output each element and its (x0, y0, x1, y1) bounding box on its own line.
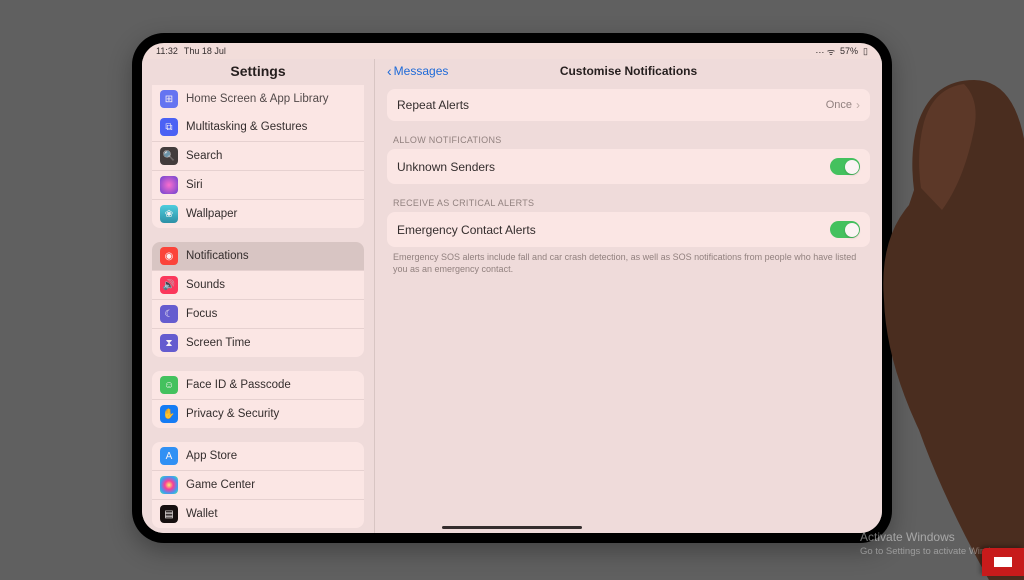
sidebar-item-label: Multitasking & Gestures (186, 121, 307, 133)
sidebar-item-label: Siri (186, 179, 203, 191)
wallpaper-icon: ❀ (160, 205, 178, 223)
emergency-contact-toggle[interactable] (830, 221, 860, 238)
status-bar: 11:32 Thu 18 Jul ⋯ ᯤ 57% ▯ (142, 43, 882, 59)
sidebar-scroll[interactable]: ⊞ Home Screen & App Library ⧉ Multitaski… (142, 85, 374, 533)
wifi-icon: ⋯ ᯤ (815, 45, 835, 58)
ipad-body: 11:32 Thu 18 Jul ⋯ ᯤ 57% ▯ Settings ⊞ Ho… (132, 33, 892, 543)
search-icon: 🔍 (160, 147, 178, 165)
repeat-alerts-label: Repeat Alerts (397, 98, 469, 112)
sidebar-item-multitasking[interactable]: ⧉ Multitasking & Gestures (152, 113, 364, 142)
sidebar-group-attention: ◉ Notifications 🔊 Sounds ☾ Focus ⧗ (152, 242, 364, 357)
sidebar-item-privacy[interactable]: ✋ Privacy & Security (152, 400, 364, 428)
status-date: Thu 18 Jul (184, 46, 226, 56)
sidebar-item-label: Screen Time (186, 337, 251, 349)
gamecenter-icon (160, 476, 178, 494)
unknown-senders-label: Unknown Senders (397, 160, 495, 174)
sidebar-item-label: Search (186, 150, 222, 162)
multitask-icon: ⧉ (160, 118, 178, 136)
siri-icon (160, 176, 178, 194)
sidebar-item-home-screen[interactable]: ⊞ Home Screen & App Library (152, 85, 364, 113)
detail-title: Customise Notifications (375, 64, 882, 78)
sidebar-item-label: Face ID & Passcode (186, 379, 291, 391)
detail-body[interactable]: Repeat Alerts Once › ALLOW NOTIFICATIONS… (375, 85, 882, 275)
sidebar-item-gamecenter[interactable]: Game Center (152, 471, 364, 500)
sidebar-item-label: Game Center (186, 479, 255, 491)
back-label: Messages (394, 64, 449, 78)
sidebar-title: Settings (142, 59, 374, 85)
battery-icon: ▯ (863, 46, 868, 57)
chevron-left-icon: ‹ (387, 63, 392, 79)
emergency-contact-row[interactable]: Emergency Contact Alerts (387, 212, 870, 247)
sidebar-item-wallpaper[interactable]: ❀ Wallpaper (152, 200, 364, 228)
sidebar-item-faceid[interactable]: ☺ Face ID & Passcode (152, 371, 364, 400)
emergency-footnote: Emergency SOS alerts include fall and ca… (387, 247, 870, 275)
sidebar-item-label: Wallpaper (186, 208, 237, 220)
bell-icon: ◉ (160, 247, 178, 265)
sidebar-item-wallet[interactable]: ▤ Wallet (152, 500, 364, 528)
sidebar-item-label: Sounds (186, 279, 225, 291)
sidebar-item-label: Privacy & Security (186, 408, 279, 420)
sidebar-item-notifications[interactable]: ◉ Notifications (152, 242, 364, 271)
emergency-contact-label: Emergency Contact Alerts (397, 223, 536, 237)
sidebar-group-store: A App Store Game Center ▤ Wallet (152, 442, 364, 528)
status-time: 11:32 (156, 46, 178, 56)
allow-notifications-header: ALLOW NOTIFICATIONS (387, 121, 870, 149)
battery-percent: 57% (840, 46, 858, 56)
sidebar-item-label: Wallet (186, 508, 218, 520)
sidebar-item-label: Home Screen & App Library (186, 93, 329, 105)
moon-icon: ☾ (160, 305, 178, 323)
sidebar-item-label: Focus (186, 308, 217, 320)
sidebar-item-siri[interactable]: Siri (152, 171, 364, 200)
faceid-icon: ☺ (160, 376, 178, 394)
chevron-right-icon: › (856, 98, 860, 112)
detail-pane: ‹ Messages Customise Notifications Repea… (375, 59, 882, 533)
sidebar-item-label: App Store (186, 450, 237, 462)
hourglass-icon: ⧗ (160, 334, 178, 352)
back-button[interactable]: ‹ Messages (387, 63, 448, 79)
unknown-senders-toggle[interactable] (830, 158, 860, 175)
sidebar-item-focus[interactable]: ☾ Focus (152, 300, 364, 329)
grid-icon: ⊞ (160, 90, 178, 108)
home-indicator[interactable] (442, 526, 582, 529)
sidebar-item-appstore[interactable]: A App Store (152, 442, 364, 471)
critical-alerts-header: RECEIVE AS CRITICAL ALERTS (387, 184, 870, 212)
sidebar-group-general: ⊞ Home Screen & App Library ⧉ Multitaski… (152, 85, 364, 228)
speaker-icon: 🔊 (160, 276, 178, 294)
wallet-icon: ▤ (160, 505, 178, 523)
sidebar-item-sounds[interactable]: 🔊 Sounds (152, 271, 364, 300)
hand-icon: ✋ (160, 405, 178, 423)
recorder-badge (982, 548, 1024, 576)
settings-sidebar: Settings ⊞ Home Screen & App Library ⧉ M… (142, 59, 375, 533)
detail-header: ‹ Messages Customise Notifications (375, 59, 882, 85)
sidebar-group-security: ☺ Face ID & Passcode ✋ Privacy & Securit… (152, 371, 364, 428)
ipad-screen: 11:32 Thu 18 Jul ⋯ ᯤ 57% ▯ Settings ⊞ Ho… (142, 43, 882, 533)
sidebar-item-screen-time[interactable]: ⧗ Screen Time (152, 329, 364, 357)
repeat-alerts-value: Once (826, 99, 852, 111)
sidebar-item-search[interactable]: 🔍 Search (152, 142, 364, 171)
repeat-alerts-row[interactable]: Repeat Alerts Once › (387, 89, 870, 121)
watermark-title: Activate Windows (860, 530, 1010, 546)
sidebar-item-label: Notifications (186, 250, 249, 262)
unknown-senders-row[interactable]: Unknown Senders (387, 149, 870, 184)
appstore-icon: A (160, 447, 178, 465)
